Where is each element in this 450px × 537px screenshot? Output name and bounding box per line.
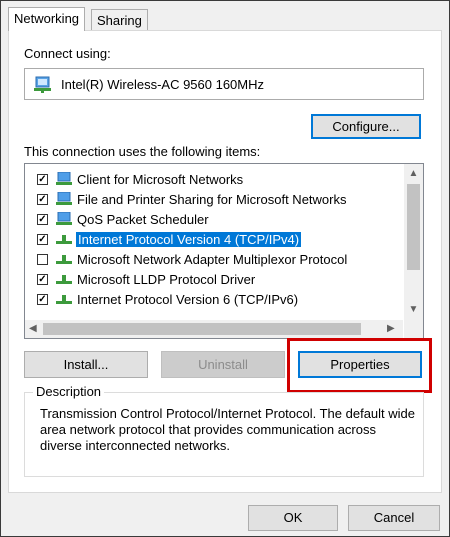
scroll-left-icon[interactable]: ◀ [29,323,37,334]
install-button[interactable]: Install... [24,351,148,378]
item-checkbox[interactable] [37,254,48,265]
item-label: File and Printer Sharing for Microsoft N… [77,192,347,207]
dialog-window: Networking Sharing Connect using: Intel(… [0,0,450,537]
uninstall-button[interactable]: Uninstall [161,351,285,378]
item-checkbox[interactable]: ✓ [37,214,48,225]
list-item[interactable]: ✓ Microsoft LLDP Protocol Driver [25,270,403,290]
items-list[interactable]: ✓ Client for Microsoft Networks ✓ File a… [24,163,424,339]
device-field: Intel(R) Wireless-AC 9560 160MHz [24,68,424,100]
protocol-icon [56,235,72,244]
scroll-up-icon[interactable]: ▲ [404,168,423,179]
list-item[interactable]: ✓ File and Printer Sharing for Microsoft… [25,190,403,210]
network-service-icon [56,212,72,225]
protocol-icon [56,255,72,264]
list-item[interactable]: ✓ Internet Protocol Version 6 (TCP/IPv6) [25,290,403,310]
tab-networking[interactable]: Networking [8,7,86,31]
list-item[interactable]: Microsoft Network Adapter Multiplexor Pr… [25,250,403,270]
item-label: Client for Microsoft Networks [77,172,244,187]
network-adapter-icon [34,76,51,93]
scroll-corner [404,320,423,338]
scroll-thumb[interactable] [407,184,420,270]
uninstall-button-label: Uninstall [198,357,248,372]
ok-button-label: OK [283,510,303,525]
item-label: Internet Protocol Version 6 (TCP/IPv6) [77,292,299,307]
network-client-icon [56,172,72,185]
description-title: Description [33,384,105,399]
item-label: Internet Protocol Version 4 (TCP/IPv4) [76,232,302,247]
configure-button[interactable]: Configure... [311,114,421,139]
tab-networking-label: Networking [14,11,80,26]
item-checkbox[interactable]: ✓ [37,234,48,245]
horizontal-scrollbar[interactable]: ◀ ▶ [25,320,403,338]
install-button-label: Install... [63,357,109,372]
item-checkbox[interactable]: ✓ [37,294,48,305]
list-item[interactable]: ✓ QoS Packet Scheduler [25,210,403,230]
network-service-icon [56,192,72,205]
cancel-button-label: Cancel [373,510,415,525]
protocol-icon [56,295,72,304]
highlight-box [287,338,432,393]
ok-button[interactable]: OK [248,505,338,531]
hscroll-thumb[interactable] [43,323,361,335]
tab-sharing-label: Sharing [97,13,142,28]
protocol-icon [56,275,72,284]
item-checkbox[interactable]: ✓ [37,194,48,205]
vertical-scrollbar[interactable]: ▲ ▼ [404,164,423,320]
scroll-down-icon[interactable]: ▼ [404,304,423,315]
items-label: This connection uses the following items… [24,144,261,159]
scroll-right-icon[interactable]: ▶ [387,323,395,334]
connect-using-label: Connect using: [24,46,111,61]
list-item[interactable]: ✓ Client for Microsoft Networks [25,170,403,190]
configure-button-label: Configure... [332,119,400,134]
tab-sharing[interactable]: Sharing [91,9,148,31]
item-label: Microsoft LLDP Protocol Driver [77,272,256,287]
device-name: Intel(R) Wireless-AC 9560 160MHz [61,77,265,92]
description-text: Transmission Control Protocol/Internet P… [40,406,416,453]
cancel-button[interactable]: Cancel [348,505,440,531]
item-checkbox[interactable]: ✓ [37,274,48,285]
list-item-selected[interactable]: ✓ Internet Protocol Version 4 (TCP/IPv4) [25,230,403,250]
item-label: QoS Packet Scheduler [77,212,209,227]
item-label: Microsoft Network Adapter Multiplexor Pr… [77,252,348,267]
description-group: Description Transmission Control Protoco… [24,384,424,477]
item-checkbox[interactable]: ✓ [37,174,48,185]
